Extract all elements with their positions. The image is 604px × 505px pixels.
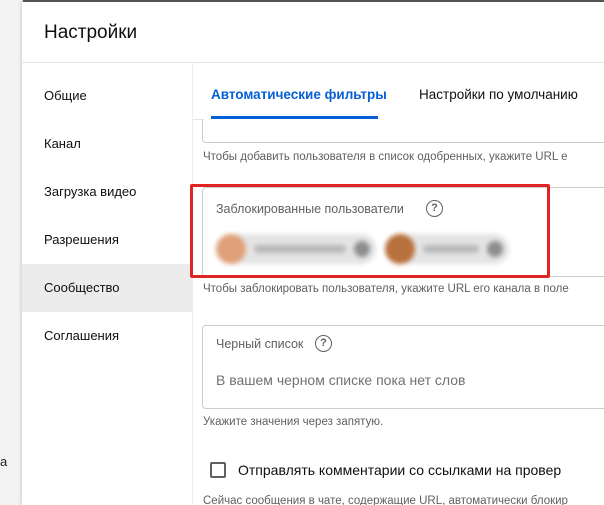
settings-content: Чтобы добавить пользователя в список одо… bbox=[193, 119, 604, 505]
dialog-header: Настройки bbox=[22, 2, 604, 63]
sidebar-item-channel[interactable]: Канал bbox=[22, 120, 192, 168]
sidebar-item-community[interactable]: Сообщество bbox=[22, 264, 192, 312]
blocked-users-hint: Чтобы заблокировать пользователя, укажит… bbox=[203, 283, 569, 295]
links-review-checkbox[interactable] bbox=[210, 462, 226, 478]
background-partial-text: а bbox=[0, 454, 8, 469]
blacklist-label: Черный список bbox=[216, 337, 304, 351]
background-page: а bbox=[0, 0, 23, 505]
blacklist-hint: Укажите значения через запятую. bbox=[203, 416, 384, 428]
links-review-label[interactable]: Отправлять комментарии со ссылками на пр… bbox=[238, 462, 561, 478]
approved-users-hint: Чтобы добавить пользователя в список одо… bbox=[203, 151, 568, 163]
sidebar-item-upload-defaults[interactable]: Загрузка видео bbox=[22, 168, 192, 216]
dialog-title: Настройки bbox=[44, 22, 138, 43]
approved-users-field[interactable] bbox=[202, 119, 604, 143]
settings-sidebar: Общие Канал Загрузка видео Разрешения Со… bbox=[22, 63, 193, 505]
links-review-hint: Сейчас сообщения в чате, содержащие URL,… bbox=[203, 495, 568, 505]
blacklist-field[interactable]: Черный список ? В вашем черном списке по… bbox=[202, 325, 604, 409]
sidebar-item-permissions[interactable]: Разрешения bbox=[22, 216, 192, 264]
tab-bar: Автоматические фильтры Настройки по умол… bbox=[193, 63, 604, 120]
tab-automated-filters[interactable]: Автоматические фильтры bbox=[211, 63, 387, 119]
highlight-frame bbox=[190, 184, 550, 278]
blacklist-empty-text: В вашем черном списке пока нет слов bbox=[216, 372, 466, 388]
sidebar-item-general[interactable]: Общие bbox=[22, 72, 192, 120]
blacklist-help-icon[interactable]: ? bbox=[315, 335, 332, 352]
tab-defaults[interactable]: Настройки по умолчанию bbox=[419, 63, 578, 119]
sidebar-item-agreements[interactable]: Соглашения bbox=[22, 312, 192, 360]
